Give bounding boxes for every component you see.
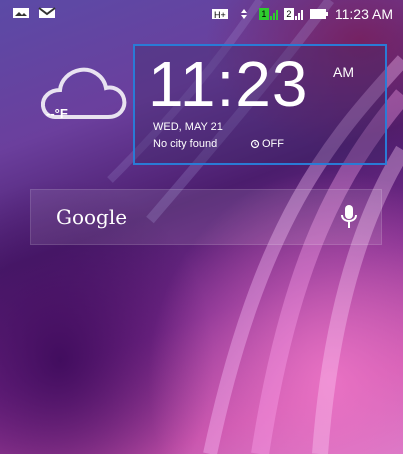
clock-date: WED, MAY 21 — [153, 121, 223, 133]
clock-ampm: AM — [333, 64, 354, 80]
sim1-signal-icon: 1 — [258, 8, 278, 20]
alarm-icon — [250, 139, 260, 149]
photo-icon — [13, 8, 29, 18]
hplus-icon: H+ — [211, 9, 228, 20]
sim1-label: 1 — [258, 8, 269, 20]
clock-city: No city found — [153, 138, 218, 150]
gmail-icon — [38, 7, 56, 18]
weather-temperature: --°F — [46, 106, 68, 121]
google-logo[interactable]: Google — [56, 205, 127, 229]
sim2-label: 2 — [283, 8, 294, 20]
clock-time: 11:23 — [148, 48, 309, 120]
alarm-status: OFF — [262, 138, 284, 150]
data-arrows-icon — [240, 9, 247, 19]
sim2-signal-icon: 2 — [283, 8, 303, 20]
clock-alarm: OFF — [250, 138, 284, 150]
status-time: 11:23 AM — [334, 6, 393, 22]
weather-widget[interactable] — [22, 62, 132, 162]
mic-icon[interactable] — [340, 203, 358, 231]
status-bar: H+ 1 2 11:23 AM — [0, 0, 403, 28]
svg-text:H+: H+ — [214, 10, 226, 20]
cloud-icon — [40, 67, 127, 119]
battery-icon — [309, 9, 328, 19]
